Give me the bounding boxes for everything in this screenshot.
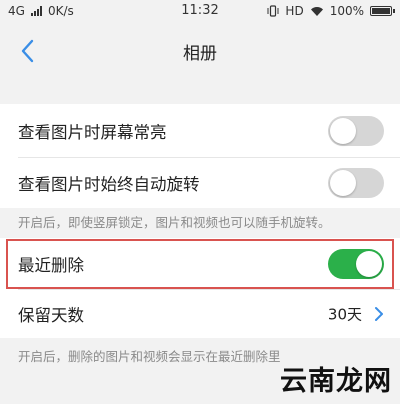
wifi-icon <box>310 6 323 16</box>
battery-icon <box>370 6 395 16</box>
toggle-knob <box>330 118 356 144</box>
setting-label: 查看图片时始终自动旋转 <box>18 175 200 194</box>
page-title: 相册 <box>183 44 217 64</box>
watermark: 云南龙网 <box>280 366 392 397</box>
vibrate-icon <box>267 5 279 17</box>
chevron-right-icon <box>375 307 383 321</box>
setting-screen-on: 查看图片时屏幕常亮 <box>0 104 400 158</box>
status-right: HD 100% <box>267 4 395 18</box>
setting-recently-deleted: 最近删除 <box>0 238 400 290</box>
setting-keep-days[interactable]: 保留天数 30天 <box>0 290 400 338</box>
recently-deleted-toggle[interactable] <box>328 249 384 279</box>
setting-auto-rotate: 查看图片时始终自动旋转 <box>0 158 400 208</box>
setting-label: 最近删除 <box>18 256 84 275</box>
toggle-knob <box>356 251 382 277</box>
nav-bar: 相册 <box>0 24 400 80</box>
hd-indicator: HD <box>285 4 304 18</box>
status-bar: 4G 0K/s 11:32 HD 100% <box>0 0 400 24</box>
battery-percent: 100% <box>329 4 364 18</box>
screen-on-toggle[interactable] <box>328 116 384 146</box>
toggle-knob <box>330 170 356 196</box>
rotate-hint: 开启后，即使竖屏锁定，图片和视频也可以随手机旋转。 <box>18 215 331 230</box>
setting-label: 查看图片时屏幕常亮 <box>18 123 167 142</box>
keep-days-value: 30天 <box>327 305 362 324</box>
setting-label: 保留天数 <box>18 306 84 325</box>
auto-rotate-toggle[interactable] <box>328 168 384 198</box>
deleted-hint: 开启后，删除的图片和视频会显示在最近删除里 <box>18 349 281 364</box>
